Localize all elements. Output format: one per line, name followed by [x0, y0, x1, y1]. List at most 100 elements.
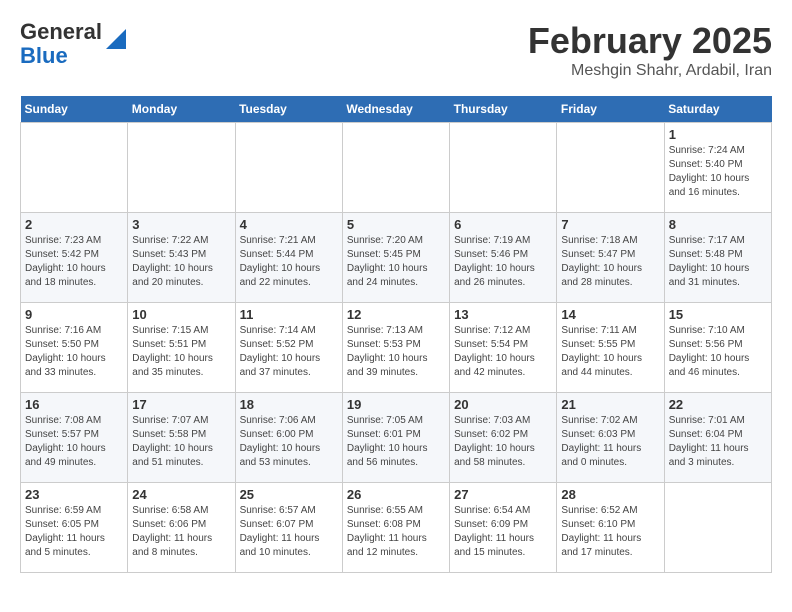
- day-number: 7: [561, 217, 659, 232]
- logo-blue: Blue: [20, 43, 68, 68]
- header-friday: Friday: [557, 96, 664, 123]
- calendar-cell: 12 Sunrise: 7:13 AM Sunset: 5:53 PM Dayli…: [342, 303, 449, 393]
- day-number: 3: [132, 217, 230, 232]
- calendar-cell: 14 Sunrise: 7:11 AM Sunset: 5:55 PM Dayli…: [557, 303, 664, 393]
- calendar-cell: [21, 123, 128, 213]
- page-header: General Blue February 2025 Meshgin Shahr…: [20, 20, 772, 80]
- day-info: Sunrise: 7:19 AM Sunset: 5:46 PM Dayligh…: [454, 234, 552, 290]
- day-info: Sunrise: 7:23 AM Sunset: 5:42 PM Dayligh…: [25, 234, 123, 290]
- day-number: 16: [25, 397, 123, 412]
- calendar-cell: 20 Sunrise: 7:03 AM Sunset: 6:02 PM Dayli…: [450, 393, 557, 483]
- header-thursday: Thursday: [450, 96, 557, 123]
- day-number: 26: [347, 487, 445, 502]
- logo: General Blue: [20, 20, 126, 68]
- calendar-cell: [342, 123, 449, 213]
- calendar-cell: 27 Sunrise: 6:54 AM Sunset: 6:09 PM Dayli…: [450, 483, 557, 573]
- day-number: 8: [669, 217, 767, 232]
- header-wednesday: Wednesday: [342, 96, 449, 123]
- calendar-cell: 11 Sunrise: 7:14 AM Sunset: 5:52 PM Dayli…: [235, 303, 342, 393]
- calendar-cell: [450, 123, 557, 213]
- day-number: 23: [25, 487, 123, 502]
- calendar-cell: 4 Sunrise: 7:21 AM Sunset: 5:44 PM Daylig…: [235, 213, 342, 303]
- calendar-cell: 6 Sunrise: 7:19 AM Sunset: 5:46 PM Daylig…: [450, 213, 557, 303]
- day-number: 19: [347, 397, 445, 412]
- day-info: Sunrise: 7:17 AM Sunset: 5:48 PM Dayligh…: [669, 234, 767, 290]
- header-saturday: Saturday: [664, 96, 771, 123]
- day-number: 13: [454, 307, 552, 322]
- day-info: Sunrise: 6:57 AM Sunset: 6:07 PM Dayligh…: [240, 504, 338, 560]
- title-area: February 2025 Meshgin Shahr, Ardabil, Ir…: [528, 20, 772, 80]
- day-number: 1: [669, 127, 767, 142]
- day-info: Sunrise: 6:58 AM Sunset: 6:06 PM Dayligh…: [132, 504, 230, 560]
- day-info: Sunrise: 7:15 AM Sunset: 5:51 PM Dayligh…: [132, 324, 230, 380]
- calendar-cell: 25Sunrise: 6:57 AM Sunset: 6:07 PM Dayli…: [235, 483, 342, 573]
- day-info: Sunrise: 7:01 AM Sunset: 6:04 PM Dayligh…: [669, 414, 767, 470]
- calendar-cell: 7 Sunrise: 7:18 AM Sunset: 5:47 PM Daylig…: [557, 213, 664, 303]
- header-sunday: Sunday: [21, 96, 128, 123]
- day-number: 20: [454, 397, 552, 412]
- day-info: Sunrise: 7:10 AM Sunset: 5:56 PM Dayligh…: [669, 324, 767, 380]
- day-info: Sunrise: 6:54 AM Sunset: 6:09 PM Dayligh…: [454, 504, 552, 560]
- day-info: Sunrise: 7:24 AM Sunset: 5:40 PM Dayligh…: [669, 144, 767, 200]
- calendar-cell: [664, 483, 771, 573]
- logo-arrow-icon: [106, 25, 126, 49]
- calendar-week-row: 1 Sunrise: 7:24 AM Sunset: 5:40 PM Daylig…: [21, 123, 772, 213]
- day-info: Sunrise: 7:21 AM Sunset: 5:44 PM Dayligh…: [240, 234, 338, 290]
- day-info: Sunrise: 7:05 AM Sunset: 6:01 PM Dayligh…: [347, 414, 445, 470]
- calendar-table: SundayMondayTuesdayWednesdayThursdayFrid…: [20, 96, 772, 573]
- calendar-cell: 9 Sunrise: 7:16 AM Sunset: 5:50 PM Daylig…: [21, 303, 128, 393]
- calendar-cell: 17Sunrise: 7:07 AM Sunset: 5:58 PM Dayli…: [128, 393, 235, 483]
- day-info: Sunrise: 6:52 AM Sunset: 6:10 PM Dayligh…: [561, 504, 659, 560]
- calendar-cell: 26 Sunrise: 6:55 AM Sunset: 6:08 PM Dayli…: [342, 483, 449, 573]
- day-info: Sunrise: 7:14 AM Sunset: 5:52 PM Dayligh…: [240, 324, 338, 380]
- calendar-cell: 22 Sunrise: 7:01 AM Sunset: 6:04 PM Dayli…: [664, 393, 771, 483]
- day-info: Sunrise: 7:02 AM Sunset: 6:03 PM Dayligh…: [561, 414, 659, 470]
- day-number: 10: [132, 307, 230, 322]
- day-info: Sunrise: 6:55 AM Sunset: 6:08 PM Dayligh…: [347, 504, 445, 560]
- day-info: Sunrise: 6:59 AM Sunset: 6:05 PM Dayligh…: [25, 504, 123, 560]
- day-number: 14: [561, 307, 659, 322]
- calendar-week-row: 23 Sunrise: 6:59 AM Sunset: 6:05 PM Dayli…: [21, 483, 772, 573]
- day-number: 11: [240, 307, 338, 322]
- calendar-cell: 3 Sunrise: 7:22 AM Sunset: 5:43 PM Daylig…: [128, 213, 235, 303]
- logo-general: General: [20, 19, 102, 44]
- calendar-cell: 10 Sunrise: 7:15 AM Sunset: 5:51 PM Dayli…: [128, 303, 235, 393]
- calendar-cell: 5 Sunrise: 7:20 AM Sunset: 5:45 PM Daylig…: [342, 213, 449, 303]
- day-number: 27: [454, 487, 552, 502]
- calendar-cell: 16 Sunrise: 7:08 AM Sunset: 5:57 PM Dayli…: [21, 393, 128, 483]
- calendar-cell: 24 Sunrise: 6:58 AM Sunset: 6:06 PM Dayli…: [128, 483, 235, 573]
- day-number: 24: [132, 487, 230, 502]
- calendar-cell: 28 Sunrise: 6:52 AM Sunset: 6:10 PM Dayli…: [557, 483, 664, 573]
- header-monday: Monday: [128, 96, 235, 123]
- calendar-cell: [557, 123, 664, 213]
- day-number: 12: [347, 307, 445, 322]
- day-info: Sunrise: 7:03 AM Sunset: 6:02 PM Dayligh…: [454, 414, 552, 470]
- day-number: 22: [669, 397, 767, 412]
- day-number: 18: [240, 397, 338, 412]
- day-info: Sunrise: 7:22 AM Sunset: 5:43 PM Dayligh…: [132, 234, 230, 290]
- calendar-cell: 2Sunrise: 7:23 AM Sunset: 5:42 PM Daylig…: [21, 213, 128, 303]
- calendar-week-row: 9 Sunrise: 7:16 AM Sunset: 5:50 PM Daylig…: [21, 303, 772, 393]
- calendar-cell: 15Sunrise: 7:10 AM Sunset: 5:56 PM Dayli…: [664, 303, 771, 393]
- day-info: Sunrise: 7:18 AM Sunset: 5:47 PM Dayligh…: [561, 234, 659, 290]
- day-number: 17: [132, 397, 230, 412]
- day-info: Sunrise: 7:08 AM Sunset: 5:57 PM Dayligh…: [25, 414, 123, 470]
- day-number: 28: [561, 487, 659, 502]
- calendar-cell: 13Sunrise: 7:12 AM Sunset: 5:54 PM Dayli…: [450, 303, 557, 393]
- calendar-cell: 19 Sunrise: 7:05 AM Sunset: 6:01 PM Dayli…: [342, 393, 449, 483]
- calendar-week-row: 16 Sunrise: 7:08 AM Sunset: 5:57 PM Dayli…: [21, 393, 772, 483]
- calendar-cell: 8 Sunrise: 7:17 AM Sunset: 5:48 PM Daylig…: [664, 213, 771, 303]
- calendar-title: February 2025: [528, 20, 772, 62]
- day-number: 5: [347, 217, 445, 232]
- calendar-cell: [235, 123, 342, 213]
- day-info: Sunrise: 7:06 AM Sunset: 6:00 PM Dayligh…: [240, 414, 338, 470]
- day-number: 9: [25, 307, 123, 322]
- day-info: Sunrise: 7:16 AM Sunset: 5:50 PM Dayligh…: [25, 324, 123, 380]
- day-info: Sunrise: 7:13 AM Sunset: 5:53 PM Dayligh…: [347, 324, 445, 380]
- day-info: Sunrise: 7:11 AM Sunset: 5:55 PM Dayligh…: [561, 324, 659, 380]
- day-number: 4: [240, 217, 338, 232]
- calendar-cell: [128, 123, 235, 213]
- day-number: 6: [454, 217, 552, 232]
- calendar-header-row: SundayMondayTuesdayWednesdayThursdayFrid…: [21, 96, 772, 123]
- day-info: Sunrise: 7:20 AM Sunset: 5:45 PM Dayligh…: [347, 234, 445, 290]
